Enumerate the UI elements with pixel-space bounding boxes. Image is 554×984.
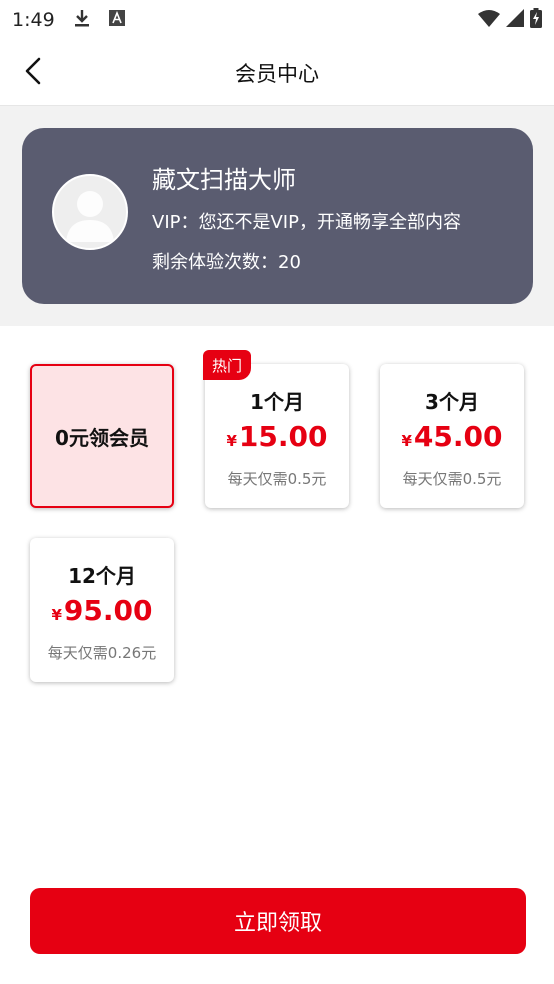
status-bar: 1:49 bbox=[0, 0, 554, 40]
plan-12-month-card[interactable]: 12个月 ¥95.00 每天仅需0.26元 bbox=[30, 538, 174, 682]
download-icon bbox=[73, 8, 91, 33]
app-bar: 会员中心 bbox=[0, 40, 554, 106]
price-value: 95.00 bbox=[63, 594, 153, 627]
plan-3-month-card[interactable]: 3个月 ¥45.00 每天仅需0.5元 bbox=[380, 364, 524, 508]
plan-daily-price: 每天仅需0.26元 bbox=[47, 644, 157, 662]
plan-free-label: 0元领会员 bbox=[55, 425, 149, 450]
plan-1-month-card[interactable]: 热门 1个月 ¥15.00 每天仅需0.5元 bbox=[203, 350, 349, 508]
plan-daily-price: 每天仅需0.5元 bbox=[227, 470, 327, 488]
wifi-icon bbox=[478, 9, 500, 32]
status-time: 1:49 bbox=[12, 9, 55, 31]
chevron-left-icon bbox=[22, 56, 44, 90]
signal-icon bbox=[506, 8, 524, 32]
plan-price: ¥95.00 bbox=[30, 594, 174, 627]
profile-name: 藏文扫描大师 bbox=[152, 166, 296, 194]
remaining-trials: 剩余体验次数：20 bbox=[152, 252, 301, 273]
price-value: 45.00 bbox=[413, 420, 503, 453]
plan-period: 1个月 bbox=[250, 390, 304, 414]
hot-badge: 热门 bbox=[203, 350, 251, 380]
user-avatar-icon bbox=[52, 174, 128, 250]
vip-status: VIP：您还不是VIP，开通畅享全部内容 bbox=[152, 212, 461, 233]
plan-free-card[interactable]: 0元领会员 bbox=[30, 364, 174, 508]
currency-symbol: ¥ bbox=[401, 432, 412, 450]
plan-price: ¥15.00 bbox=[205, 420, 349, 453]
currency-symbol: ¥ bbox=[51, 606, 62, 624]
battery-charging-icon bbox=[530, 7, 542, 33]
currency-symbol: ¥ bbox=[226, 432, 237, 450]
plan-period: 12个月 bbox=[68, 564, 136, 588]
back-button[interactable] bbox=[16, 56, 50, 90]
price-value: 15.00 bbox=[238, 420, 328, 453]
page-title: 会员中心 bbox=[235, 61, 319, 86]
claim-button[interactable]: 立即领取 bbox=[30, 888, 526, 954]
text-a-icon bbox=[108, 9, 125, 31]
profile-card: 藏文扫描大师 VIP：您还不是VIP，开通畅享全部内容 剩余体验次数：20 bbox=[22, 128, 533, 304]
plan-period: 3个月 bbox=[425, 390, 479, 414]
plan-daily-price: 每天仅需0.5元 bbox=[402, 470, 502, 488]
plan-price: ¥45.00 bbox=[380, 420, 524, 453]
